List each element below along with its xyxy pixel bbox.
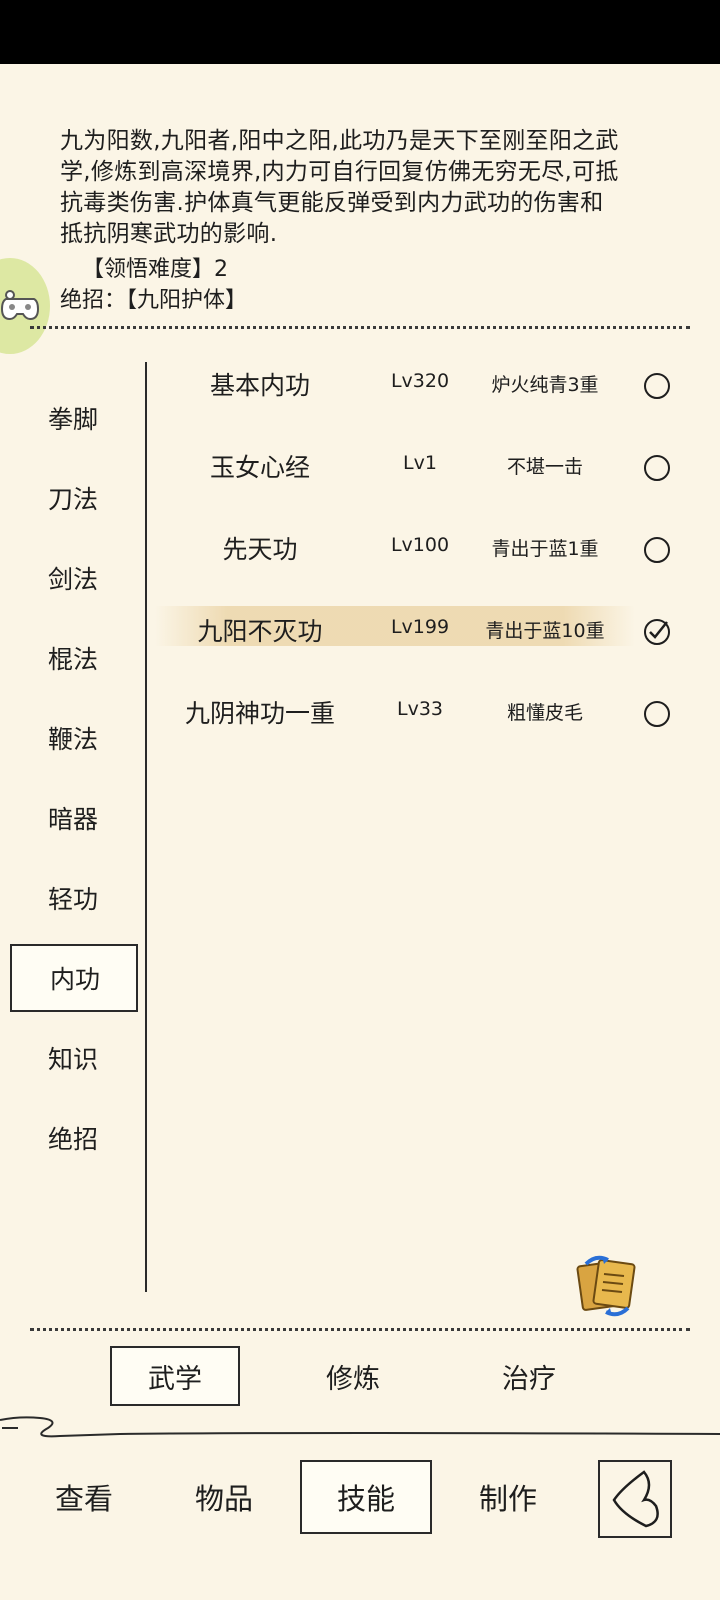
nav-chakan[interactable]: 查看 xyxy=(18,1460,150,1534)
description-line: 九为阳数,九阳者,阳中之阳,此功乃是天下至刚至阳之武 xyxy=(60,128,619,154)
category-item-zhishi[interactable]: 知识 xyxy=(10,1024,138,1092)
skill-meta: 【领悟难度】2 绝招：【九阳护体】 xyxy=(60,254,247,316)
back-arrow-icon xyxy=(612,1470,659,1528)
skill-row[interactable]: 先天功 Lv100 青出于蓝1重 xyxy=(155,510,695,592)
category-item-bianfa[interactable]: 鞭法 xyxy=(10,704,138,772)
skill-name: 九阴神功一重 xyxy=(184,699,335,728)
difficulty-label: 【领悟难度】2 xyxy=(82,257,228,282)
top-divider xyxy=(30,326,690,329)
category-item-juezhao[interactable]: 绝招 xyxy=(10,1104,138,1172)
skill-rank: 粗懂皮毛 xyxy=(506,702,583,724)
radio-circle-icon[interactable] xyxy=(643,372,671,400)
description-line: 抵抗阴寒武功的影响. xyxy=(60,221,278,247)
skill-name: 九阳不灭功 xyxy=(197,617,323,646)
category-item-qinggong[interactable]: 轻功 xyxy=(10,864,138,932)
bottom-nav: 查看 物品 技能 制作 xyxy=(0,1460,720,1540)
ultimate-label: 绝招：【九阳护体】 xyxy=(60,288,248,313)
category-item-daofa[interactable]: 刀法 xyxy=(10,464,138,532)
nav-jineng[interactable]: 技能 xyxy=(300,1460,432,1534)
skill-name: 玉女心经 xyxy=(209,453,310,482)
back-button[interactable] xyxy=(598,1460,672,1538)
brush-stroke-divider xyxy=(0,1416,720,1438)
skill-level: Lv100 xyxy=(390,534,450,556)
swap-manual-icon[interactable] xyxy=(572,1254,642,1318)
radio-circle-icon[interactable] xyxy=(643,700,671,728)
category-item-quanjiao[interactable]: 拳脚 xyxy=(10,384,138,452)
tab-wuxue[interactable]: 武学 xyxy=(110,1346,240,1406)
radio-circle-icon[interactable] xyxy=(643,454,671,482)
skill-row[interactable]: 玉女心经 Lv1 不堪一击 xyxy=(155,428,695,510)
tab-zhiliao[interactable]: 治疗 xyxy=(464,1346,594,1406)
skill-level: Lv1 xyxy=(403,452,437,474)
skill-level: Lv199 xyxy=(390,616,450,638)
skill-list: 基本内功 Lv320 炉火纯青3重 玉女心经 Lv1 不堪一击 先天功 Lv10… xyxy=(155,346,695,756)
vertical-divider xyxy=(145,362,147,1292)
check-circle-icon[interactable] xyxy=(643,618,671,646)
sub-tabs: 武学 修炼 治疗 xyxy=(0,1346,720,1410)
nav-wupin[interactable]: 物品 xyxy=(158,1460,290,1534)
category-sidebar: 拳脚 刀法 剑法 棍法 鞭法 暗器 轻功 内功 知识 绝招 xyxy=(10,384,138,1184)
skill-description: 九为阳数,九阳者,阳中之阳,此功乃是天下至刚至阳之武 学,修炼到高深境界,内力可… xyxy=(60,126,660,250)
category-item-anqi[interactable]: 暗器 xyxy=(10,784,138,852)
category-item-jianfa[interactable]: 剑法 xyxy=(10,544,138,612)
skill-name: 先天功 xyxy=(222,535,298,564)
skill-rank: 青出于蓝1重 xyxy=(491,538,599,560)
description-line: 抗毒类伤害.护体真气更能反弹受到内力武功的伤害和 xyxy=(60,190,604,216)
floating-gamepad-button[interactable] xyxy=(0,258,50,354)
skill-rank: 不堪一击 xyxy=(506,456,583,478)
skill-row[interactable]: 基本内功 Lv320 炉火纯青3重 xyxy=(155,346,695,428)
skill-row[interactable]: 九阴神功一重 Lv33 粗懂皮毛 xyxy=(155,674,695,756)
category-item-neigong[interactable]: 内功 xyxy=(10,944,138,1012)
skill-row-selected[interactable]: 九阳不灭功 Lv199 青出于蓝10重 xyxy=(155,592,695,674)
nav-zhizuo[interactable]: 制作 xyxy=(442,1460,574,1534)
tab-xiulian[interactable]: 修炼 xyxy=(288,1346,418,1406)
skill-rank: 炉火纯青3重 xyxy=(491,374,599,396)
skill-name: 基本内功 xyxy=(209,371,310,400)
skill-level: Lv33 xyxy=(396,698,443,720)
description-line: 学,修炼到高深境界,内力可自行回复仿佛无穷无尽,可抵 xyxy=(60,159,619,185)
status-bar xyxy=(0,0,720,64)
bottom-divider xyxy=(30,1328,690,1331)
skill-level: Lv320 xyxy=(390,370,450,392)
category-item-gunfa[interactable]: 棍法 xyxy=(10,624,138,692)
radio-circle-icon[interactable] xyxy=(643,536,671,564)
gamepad-icon xyxy=(0,290,40,321)
skill-rank: 青出于蓝10重 xyxy=(485,620,605,642)
